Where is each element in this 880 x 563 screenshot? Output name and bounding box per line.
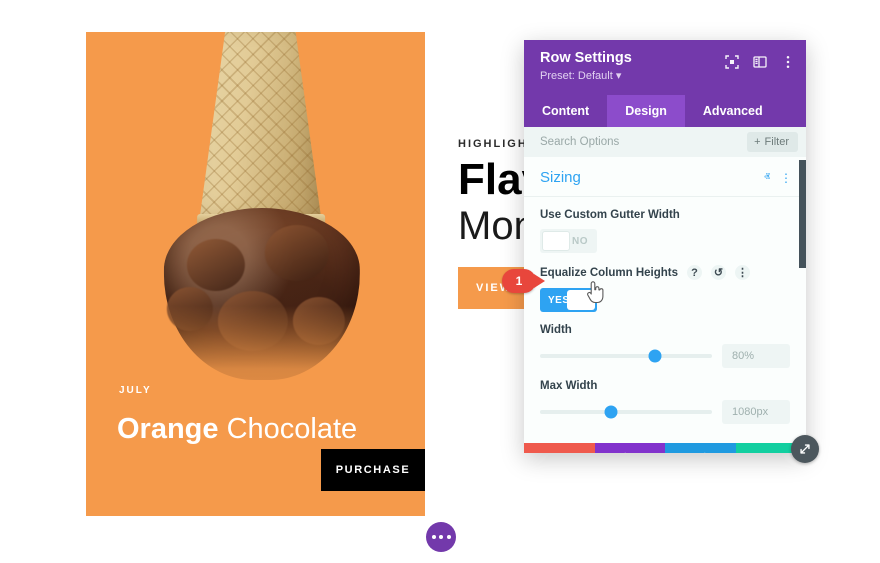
scoop-lump [186,238,245,291]
redo-button[interactable] [665,443,736,453]
preset-selector[interactable]: Preset: Default ▾ [540,69,794,82]
search-options-bar: + Filter [524,127,806,157]
field-label-row: Width [540,324,790,336]
field-label-row: Use Custom Gutter Width [540,209,790,221]
max-width-value[interactable]: 1080px [722,400,790,424]
more-vertical-icon[interactable] [780,54,796,70]
slider-knob[interactable] [604,405,618,419]
promo-title-light: Chocolate [226,413,358,445]
width-value[interactable]: 80% [722,344,790,368]
chevron-up-icon[interactable]: ⱏ [764,170,770,185]
slider-knob[interactable] [648,349,662,363]
focus-target-icon[interactable] [724,54,740,70]
tab-content[interactable]: Content [524,95,607,127]
modal-tabs: Content Design Advanced [524,95,806,127]
dot [439,535,443,539]
filter-button[interactable]: + Filter [747,132,798,152]
close-x-icon [552,452,567,454]
checkmark-icon [763,452,778,454]
purchase-button[interactable]: PURCHASE [321,449,425,491]
undo-arrow-icon [624,452,627,453]
page-canvas: JULY Orange Chocolate PURCHASE HIGHLIGHT… [0,0,880,563]
field-label: Use Custom Gutter Width [540,209,680,221]
field-label: Equalize Column Heights [540,266,679,279]
modal-header: Row Settings Preset: Default ▾ [524,40,806,95]
toggle-state-label: NO [572,235,588,247]
width-slider[interactable] [540,349,712,363]
field-use-custom-gutter-width: Use Custom Gutter Width NO [524,197,806,253]
field-width: Width 80% [524,312,806,368]
resize-diagonal-icon [800,444,810,454]
field-equalize-column-heights: Equalize Column Heights ? ↺ ⋮ YES [524,253,806,312]
promo-month-label: JULY [119,385,152,396]
section-sizing-header[interactable]: Sizing ⱏ ⋮ [524,157,806,197]
toggle-use-custom-gutter-width[interactable]: NO [540,229,597,253]
row-settings-modal[interactable]: Row Settings Preset: Default ▾ Content D… [524,40,806,453]
field-label-row: Equalize Column Heights ? ↺ ⋮ [540,265,790,280]
dot [431,535,436,539]
search-input[interactable] [540,136,748,148]
scoop-lump [265,225,330,282]
promo-title-bold: Orange [117,413,219,445]
field-label: Max Width [540,380,598,392]
toggle-knob [542,231,570,251]
reset-icon[interactable]: ↺ [711,265,727,280]
help-icon[interactable]: ? [687,265,703,280]
promo-card[interactable]: JULY Orange Chocolate PURCHASE [86,32,425,516]
page-settings-dots-button[interactable] [426,522,456,552]
step-badge-1: 1 [502,269,545,293]
modal-footer [524,443,806,453]
slider-row: 80% [540,344,790,368]
field-label-row: Max Width [540,380,790,392]
field-max-width: Max Width 1080px [524,368,806,424]
promo-title: Orange Chocolate [117,415,357,444]
waffle-cone-shape [199,32,322,220]
slider-row: 1080px [540,400,790,424]
tab-advanced[interactable]: Advanced [685,95,781,127]
max-width-slider[interactable] [540,405,712,419]
field-label: Width [540,324,572,336]
tab-design[interactable]: Design [607,95,685,127]
plus-icon: + [754,136,761,148]
undo-button[interactable] [594,443,665,453]
section-more-icon[interactable]: ⋮ [780,171,792,185]
modal-resize-handle[interactable] [791,435,819,463]
filter-label: Filter [764,136,789,148]
step-badge-number: 1 [515,274,523,288]
preset-label: Preset: Default [540,70,613,83]
cancel-button[interactable] [524,443,595,453]
chevron-down-icon: ▾ [615,70,622,83]
redo-arrow-icon [703,452,706,453]
section-title: Sizing [540,169,581,186]
panel-scrollbar[interactable] [799,160,806,268]
layout-panel-icon[interactable] [752,54,768,70]
modal-body: Sizing ⱏ ⋮ Use Custom Gutter Width NO Eq… [524,157,806,443]
field-more-icon[interactable]: ⋮ [735,265,751,280]
dot [446,535,451,539]
modal-header-icons [724,54,796,70]
mouse-cursor-hand [584,279,606,305]
